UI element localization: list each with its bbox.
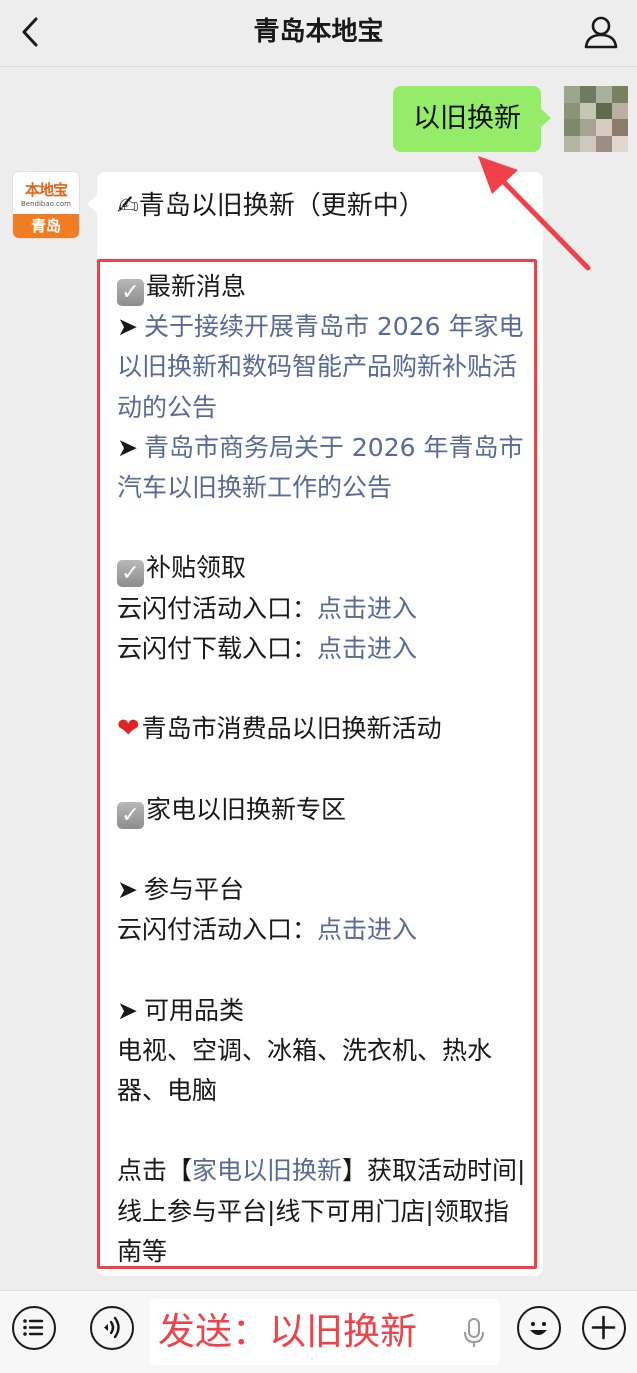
arrow-icon: ➤ xyxy=(117,995,138,1025)
section-subsidy-title: 补贴领取 xyxy=(146,553,247,583)
section-platform: ➤ 参与平台 xyxy=(117,870,527,910)
footer-text: 点击【家电以旧换新】获取活动时间|线上参与平台|线下可用门店|领取指南等 xyxy=(117,1151,527,1272)
menu-icon[interactable] xyxy=(12,1306,56,1350)
download-entry-link[interactable]: 点击进入 xyxy=(317,634,417,663)
chat-title: 青岛本地宝 xyxy=(253,17,384,47)
avatar-domain: Bendibao.com xyxy=(20,200,71,208)
arrow-icon: ➤ xyxy=(117,874,138,904)
my-avatar[interactable] xyxy=(564,86,628,152)
message-content: ✓ 最新消息 ➤ 关于接续开展青岛市 2026 年家电以旧换新和数码智能产品购新补贴… xyxy=(117,267,527,1272)
footer-prefix: 点击【 xyxy=(117,1156,193,1186)
section-campaign-title: 青岛市消费品以旧换新活动 xyxy=(141,714,442,744)
list-item: ➤ 青岛市商务局关于 2026 年青岛市汽车以旧换新工作的公告 xyxy=(117,428,527,508)
section-appliance-title: 家电以旧换新专区 xyxy=(146,794,347,824)
incoming-message-bubble: ✍青岛以旧换新（更新中） ✓ 最新消息 ➤ 关于接续开展青岛市 2026 年家电以旧… xyxy=(87,172,543,1276)
voice-icon[interactable] xyxy=(90,1306,134,1350)
avatar-brand: 本地宝 xyxy=(24,181,68,199)
section-appliance: ✓ 家电以旧换新专区 xyxy=(117,790,527,830)
checkbox-icon: ✓ xyxy=(117,279,144,306)
emoji-icon[interactable] xyxy=(517,1306,561,1350)
section-campaign: ❤青岛市消费品以旧换新活动 xyxy=(117,709,527,749)
person-icon[interactable] xyxy=(583,14,619,50)
platform-row: 云闪付活动入口：点击进入 xyxy=(117,910,527,950)
row-label: 云闪付活动入口： xyxy=(117,593,318,623)
section-category-title: 可用品类 xyxy=(143,995,244,1025)
section-category: ➤ 可用品类 xyxy=(117,991,527,1031)
arrow-icon: ➤ xyxy=(117,312,138,342)
top-bar: 青岛本地宝 xyxy=(0,0,637,67)
emoji-glyph xyxy=(530,1322,547,1335)
section-platform-title: 参与平台 xyxy=(143,874,244,904)
section-latest-title: 最新消息 xyxy=(146,272,247,301)
subsidy-row: 云闪付下载入口：点击进入 xyxy=(117,629,527,669)
voice-glyph xyxy=(104,1316,120,1339)
outgoing-message-bubble[interactable]: 以旧换新 xyxy=(393,86,551,152)
row-label: 云闪付活动入口： xyxy=(117,915,318,945)
activity-entry-link[interactable]: 点击进入 xyxy=(317,594,417,623)
platform-entry-link[interactable]: 点击进入 xyxy=(317,915,417,944)
menu-glyph xyxy=(23,1319,44,1336)
notice-link-1[interactable]: 关于接续开展青岛市 2026 年家电以旧换新和数码智能产品购新补贴活动的公告 xyxy=(117,312,523,421)
category-text: 电视、空调、冰箱、洗衣机、热水器、电脑 xyxy=(117,1035,493,1105)
appliance-keyword-link[interactable]: 家电以旧换新 xyxy=(192,1156,342,1185)
section-latest: ✓ 最新消息 xyxy=(117,267,527,307)
row-label: 云闪付下载入口： xyxy=(117,633,318,663)
checkbox-icon: ✓ xyxy=(117,801,144,829)
plus-icon[interactable] xyxy=(582,1306,626,1350)
heart-icon: ❤ xyxy=(117,713,140,745)
arrow-icon: ➤ xyxy=(117,432,138,462)
message-heading: ✍青岛以旧换新（更新中） xyxy=(117,191,425,221)
list-item: ➤ 关于接续开展青岛市 2026 年家电以旧换新和数码智能产品购新补贴活动的公告 xyxy=(117,307,527,428)
input-text: 发送：以旧换新 xyxy=(158,1310,417,1353)
avatar-city: 青岛 xyxy=(13,214,79,238)
section-subsidy: ✓ 补贴领取 xyxy=(117,548,527,588)
mic-icon[interactable] xyxy=(462,1317,486,1349)
notice-link-2[interactable]: 青岛市商务局关于 2026 年青岛市汽车以旧换新工作的公告 xyxy=(117,433,523,502)
annotation-arrow-icon xyxy=(478,156,591,271)
official-account-avatar[interactable]: 本地宝 Bendibao.com 青岛 xyxy=(13,172,79,238)
plus-glyph xyxy=(591,1315,616,1340)
checkbox-icon: ✓ xyxy=(117,560,144,588)
input-bar: 发送：以旧换新 xyxy=(0,1290,637,1373)
message-input[interactable]: 发送：以旧换新 xyxy=(150,1299,500,1365)
subsidy-row: 云闪付活动入口：点击进入 xyxy=(117,589,527,629)
